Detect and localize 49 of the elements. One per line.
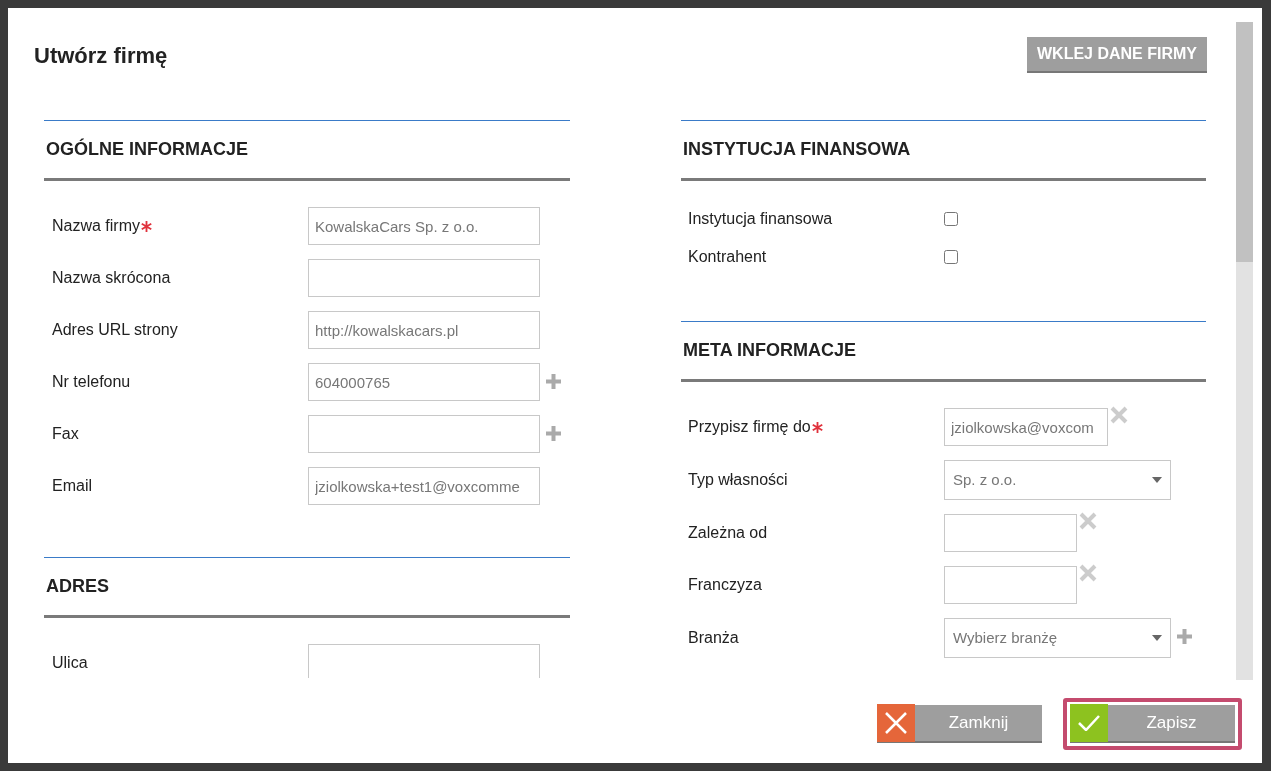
scrollbar-thumb[interactable] [1236,22,1253,262]
dropdown[interactable]: Sp. z o.o. [944,460,1171,500]
clear-icon[interactable] [1078,511,1098,531]
field-label: Typ własności [688,470,788,490]
close-icon [885,712,907,734]
checkbox[interactable] [944,212,958,226]
text-field[interactable]: KowalskaCars Sp. z o.o. [308,207,540,245]
field-label: Nazwa firmy [52,216,140,236]
field-label: Fax [52,424,79,444]
dialog-title: Utwórz firmę [34,42,168,70]
checkmark-icon [1078,715,1100,731]
field-label: Branża [688,628,739,648]
add-icon[interactable] [545,425,562,442]
field-label: Kontrahent [688,247,767,267]
clear-icon[interactable] [1078,563,1098,583]
field-label: Przypisz firmę do [688,417,811,437]
add-icon[interactable] [1176,628,1193,645]
field-label: Franczyza [688,575,762,595]
field-label: Nr telefonu [52,372,131,392]
section-heading: OGÓLNE INFORMACJE [46,137,248,161]
dropdown-caret-icon [1152,477,1162,483]
dropdown-caret-icon [1152,635,1162,641]
text-field[interactable] [944,566,1077,604]
section-heading: ADRES [46,575,109,598]
field-label: Email [52,476,92,496]
save-button[interactable]: Zapisz [1070,705,1235,743]
text-field[interactable]: 604000765 [308,363,540,401]
close-button[interactable]: Zamknij [877,705,1042,743]
field-label: Instytucja finansowa [688,209,833,229]
text-field[interactable]: jziolkowska+test1@voxcomme [308,467,540,505]
section-heading: INSTYTUCJA FINANSOWA [683,138,911,161]
field-label: Nazwa skrócona [52,268,171,288]
section-heading: META INFORMACJE [683,339,856,362]
dropdown[interactable]: Wybierz branżę [944,618,1171,658]
checkbox[interactable] [944,250,958,264]
paste-company-data-button[interactable]: WKLEJ DANE FIRMY [1027,37,1207,73]
field-label: Zależna od [688,523,768,543]
dropdown-placeholder: Wybierz branżę [953,627,1058,648]
text-field[interactable] [308,259,540,297]
field-label: Ulica [52,653,88,673]
text-field[interactable] [308,415,540,453]
text-field[interactable]: jziolkowska@voxcom [944,408,1108,446]
text-field[interactable]: http://kowalskacars.pl [308,311,540,349]
field-label: Adres URL strony [52,320,178,340]
clear-icon[interactable] [1109,405,1129,425]
add-icon[interactable] [545,373,562,390]
dropdown-value: Sp. z o.o. [953,469,1017,490]
text-field[interactable] [944,514,1077,552]
text-field[interactable] [308,644,540,678]
